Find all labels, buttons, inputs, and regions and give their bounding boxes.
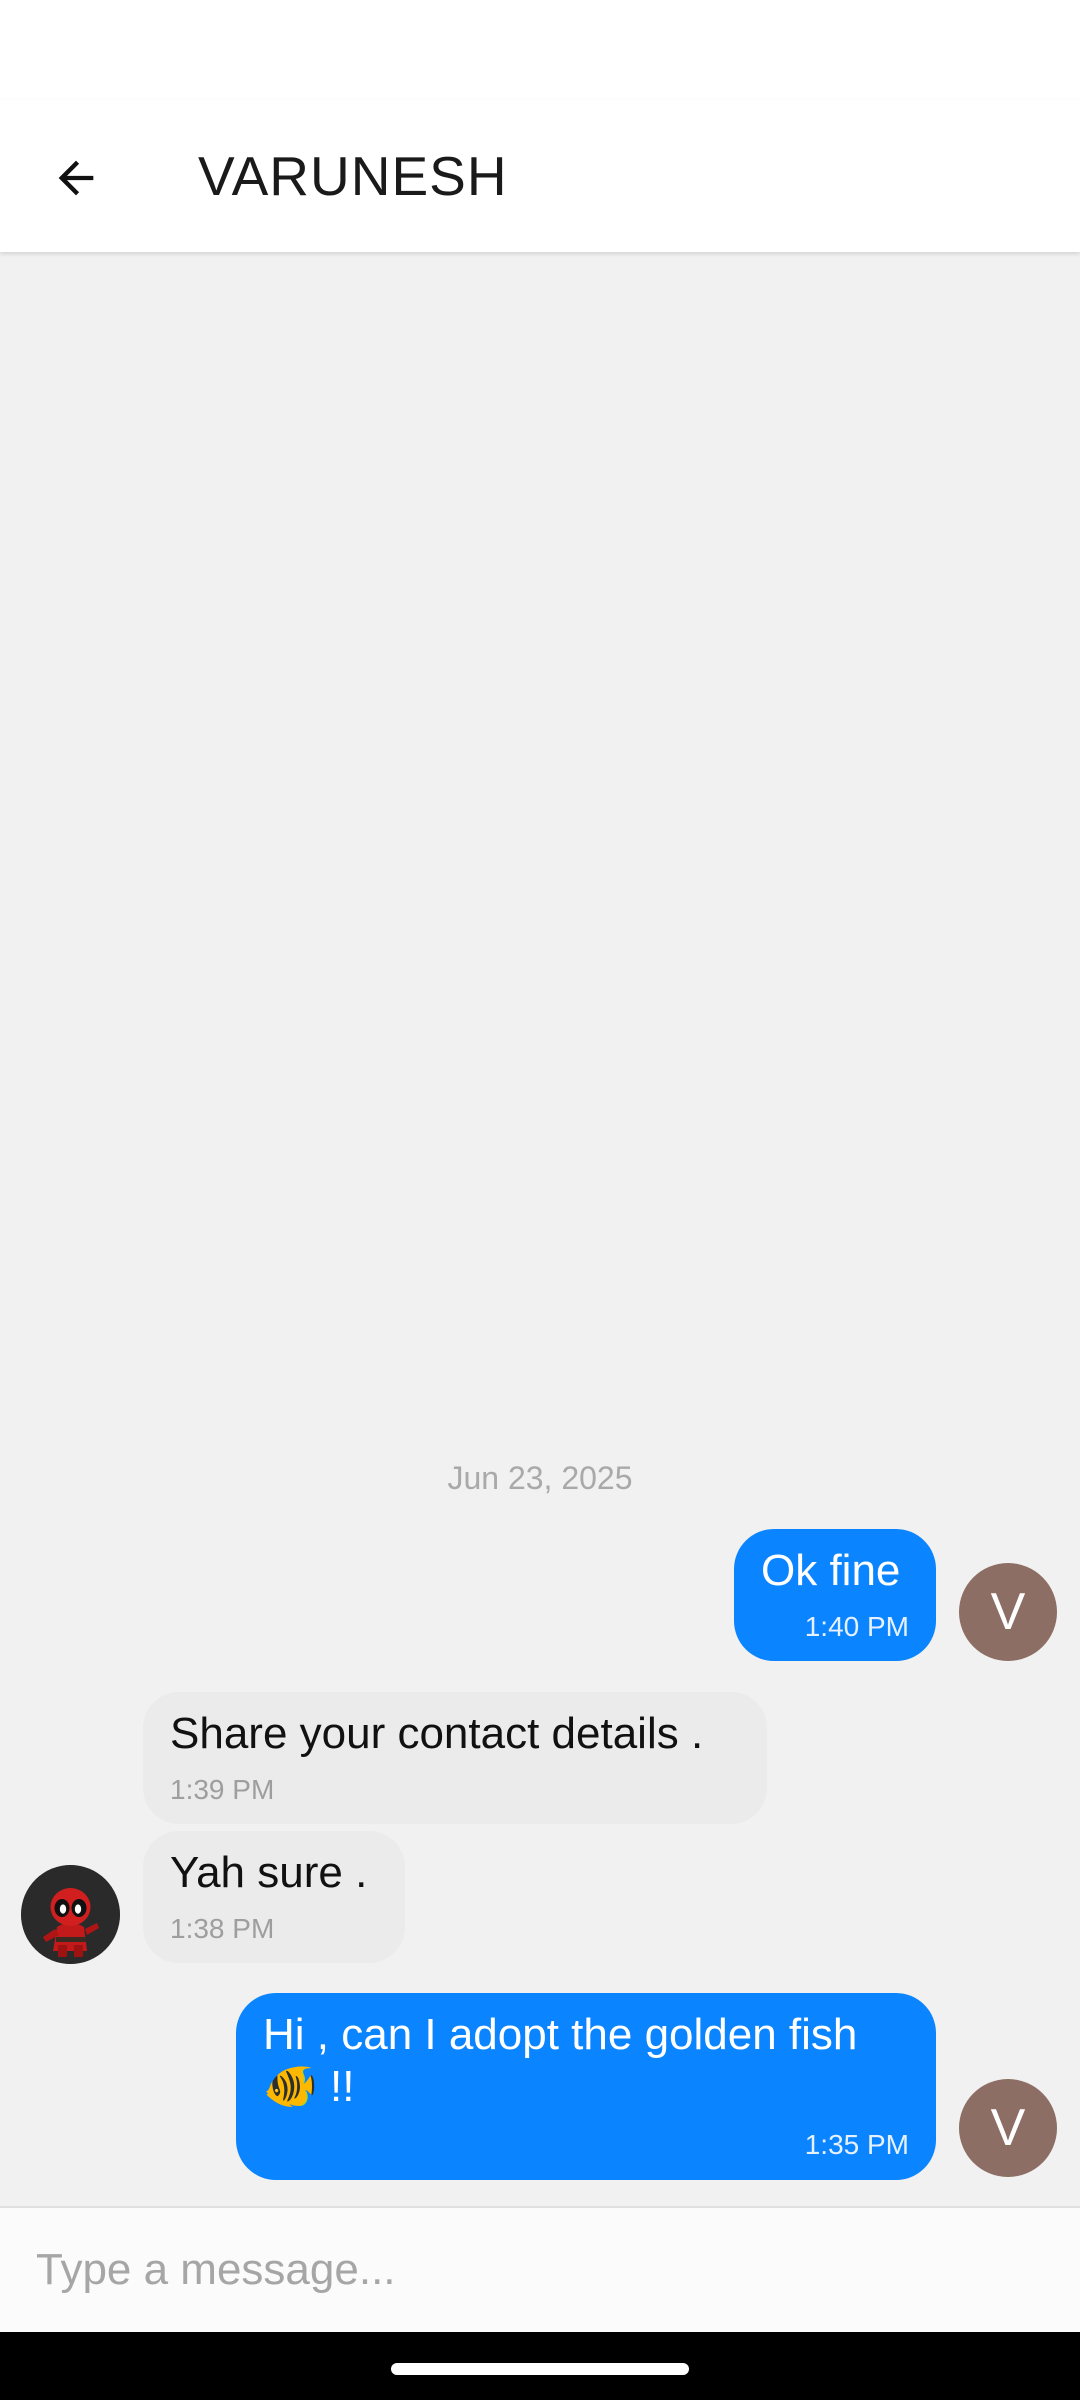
message-time: 1:38 PM	[170, 1913, 275, 1944]
message-text: Hi , can I adopt the golden fish	[263, 2010, 858, 2059]
message-time: 1:39 PM	[170, 1774, 275, 1805]
system-navigation-bar	[0, 2332, 1080, 2400]
avatar: V	[959, 1563, 1057, 1661]
app-header: VARUNESH	[0, 100, 1080, 252]
outgoing-message[interactable]: Hi , can I adopt the golden fish 🐠 !! 1:…	[236, 1993, 936, 2180]
back-button[interactable]	[36, 138, 116, 218]
message-list[interactable]: Jun 23, 2025 Ok fine 1:40 PM V Share you…	[0, 252, 1080, 2206]
incoming-message[interactable]: Yah sure . 1:38 PM	[143, 1831, 405, 1963]
message-text: Ok fine	[761, 1546, 901, 1595]
message-time: 1:35 PM	[804, 2129, 909, 2160]
arrow-left-icon	[58, 160, 94, 196]
contact-name: VARUNESH	[198, 145, 508, 207]
date-divider: Jun 23, 2025	[447, 1460, 633, 1496]
outgoing-message[interactable]: Ok fine 1:40 PM	[734, 1529, 936, 1661]
composer-bar	[0, 2206, 1080, 2332]
message-time: 1:40 PM	[804, 1611, 909, 1642]
deadpool-avatar-icon	[21, 1865, 120, 1964]
message-text: 🐠 !!	[263, 2062, 355, 2111]
message-input[interactable]	[20, 2222, 1060, 2318]
home-indicator[interactable]	[391, 2363, 689, 2375]
incoming-message[interactable]: Share your contact details . 1:39 PM	[143, 1692, 767, 1824]
message-text: Yah sure .	[170, 1848, 368, 1897]
message-text: Share your contact details .	[170, 1709, 704, 1758]
status-bar	[0, 0, 1080, 100]
avatar: V	[959, 2079, 1057, 2177]
